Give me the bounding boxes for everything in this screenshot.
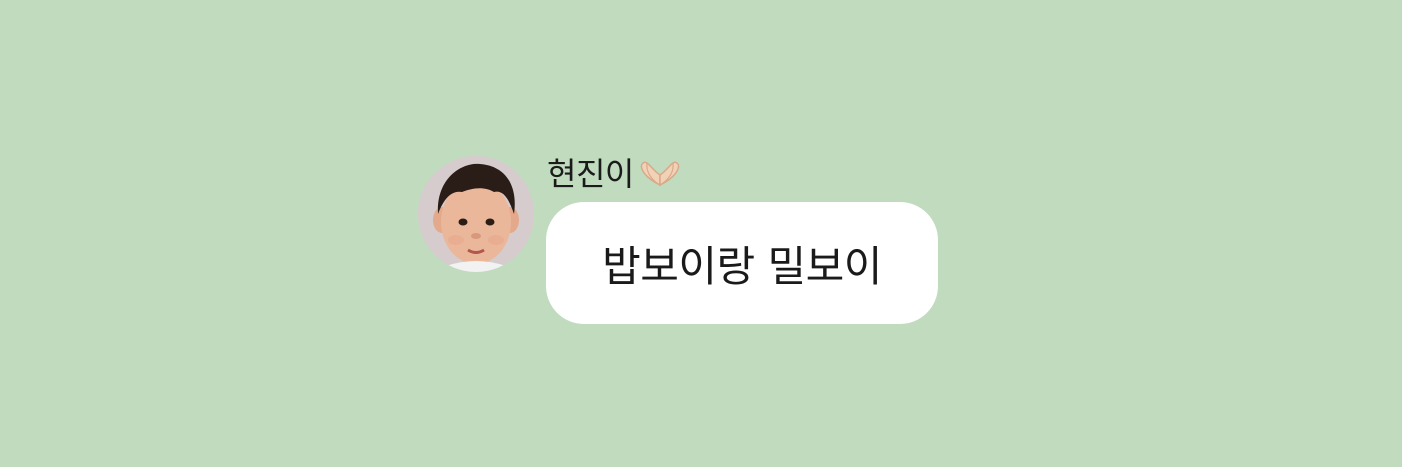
sender-name: 현진이 bbox=[547, 155, 634, 193]
heart-hands-icon bbox=[638, 159, 682, 189]
avatar[interactable] bbox=[418, 156, 534, 272]
message-text: 밥보이랑 밀보이 bbox=[602, 241, 882, 291]
message-bubble[interactable]: 밥보이랑 밀보이 bbox=[546, 202, 938, 324]
child-photo-avatar-icon bbox=[418, 156, 534, 272]
chat-message-row: 현진이 밥보이랑 밀보이 bbox=[418, 154, 958, 334]
sender-label: 현진이 bbox=[547, 154, 682, 194]
